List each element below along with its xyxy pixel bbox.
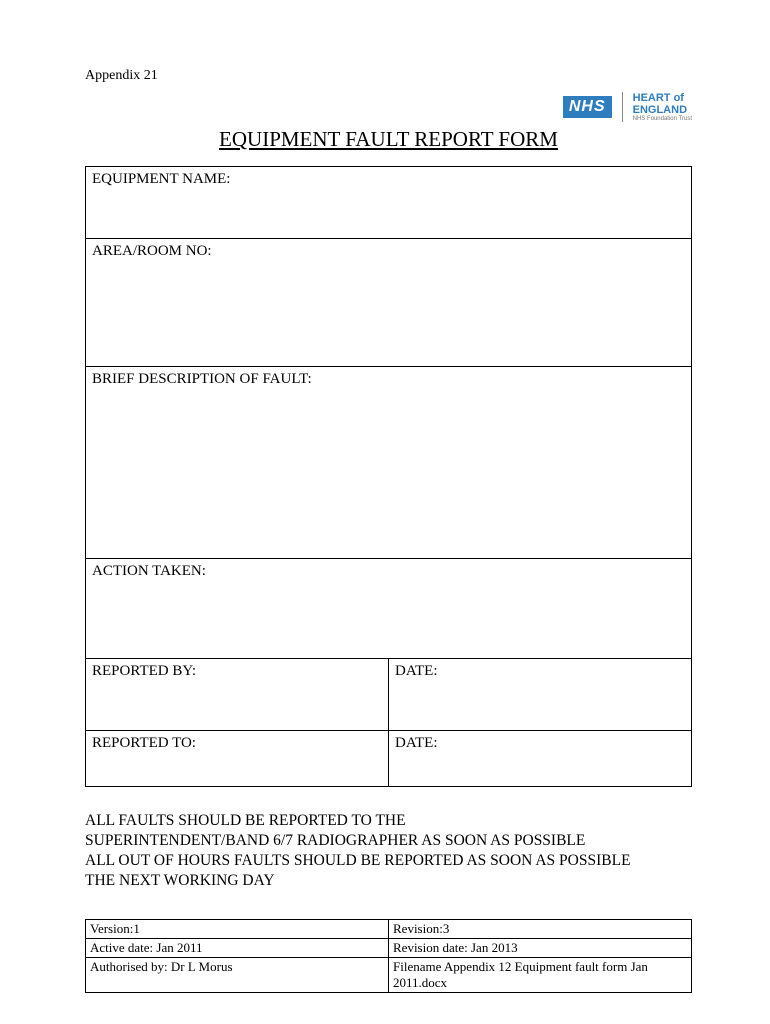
- field-reported-to-date: DATE:: [389, 730, 692, 786]
- heart-logo-line2: ENGLAND: [633, 104, 692, 116]
- logo-row: NHS HEART of ENGLAND NHS Foundation Trus…: [85, 92, 692, 123]
- field-reported-by: REPORTED BY:: [86, 658, 389, 730]
- footer-version: Version:1: [86, 920, 389, 939]
- footer-active-date: Active date: Jan 2011: [86, 939, 389, 958]
- heart-logo-line1: HEART of: [633, 92, 692, 104]
- field-reported-by-date: DATE:: [389, 658, 692, 730]
- notice-block: ALL FAULTS SHOULD BE REPORTED TO THE SUP…: [85, 811, 692, 892]
- page-title: EQUIPMENT FAULT REPORT FORM: [85, 127, 692, 152]
- heart-of-england-logo: HEART of ENGLAND NHS Foundation Trust: [633, 92, 692, 123]
- field-brief-description: BRIEF DESCRIPTION OF FAULT:: [86, 366, 692, 558]
- footer-table: Version:1 Revision:3 Active date: Jan 20…: [85, 919, 692, 993]
- footer-revision: Revision:3: [389, 920, 692, 939]
- notice-line2: SUPERINTENDENT/BAND 6/7 RADIOGRAPHER AS …: [85, 831, 692, 851]
- footer-filename: Filename Appendix 12 Equipment fault for…: [389, 958, 692, 993]
- notice-line4: THE NEXT WORKING DAY: [85, 871, 692, 891]
- heart-logo-line3: NHS Foundation Trust: [633, 116, 692, 123]
- field-reported-to: REPORTED TO:: [86, 730, 389, 786]
- nhs-logo: NHS: [563, 96, 612, 118]
- notice-line3: ALL OUT OF HOURS FAULTS SHOULD BE REPORT…: [85, 851, 692, 871]
- form-table: EQUIPMENT NAME: AREA/ROOM NO: BRIEF DESC…: [85, 166, 692, 787]
- footer-authorised-by: Authorised by: Dr L Morus: [86, 958, 389, 993]
- field-area-room-no: AREA/ROOM NO:: [86, 238, 692, 366]
- notice-line1: ALL FAULTS SHOULD BE REPORTED TO THE: [85, 811, 692, 831]
- field-action-taken: ACTION TAKEN:: [86, 558, 692, 658]
- logo-divider: [622, 92, 623, 122]
- appendix-label: Appendix 21: [85, 68, 692, 84]
- footer-revision-date: Revision date: Jan 2013: [389, 939, 692, 958]
- field-equipment-name: EQUIPMENT NAME:: [86, 166, 692, 238]
